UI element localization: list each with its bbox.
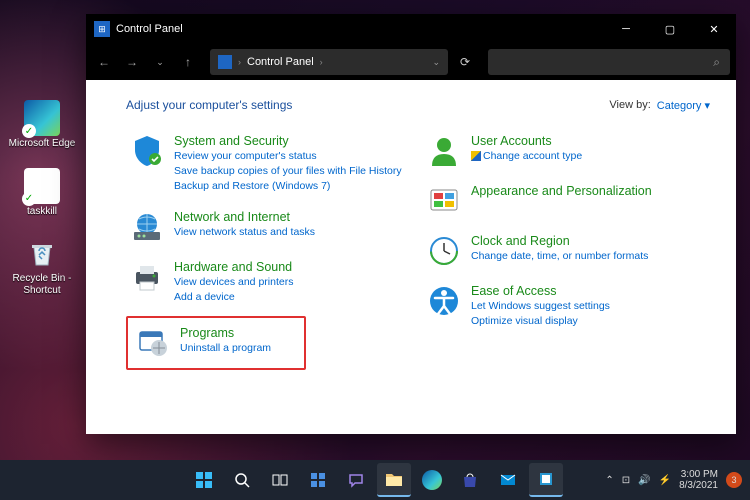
category-ease-of-access: Ease of Access Let Windows suggest setti…	[423, 280, 710, 332]
category-appearance: Appearance and Personalization	[423, 180, 710, 222]
desktop-icon-taskkill[interactable]: ✓ taskkill	[4, 168, 80, 218]
document-icon: ✓	[24, 168, 60, 204]
sub-link[interactable]: Uninstall a program	[180, 341, 271, 355]
edge-icon: ✓	[24, 100, 60, 136]
date: 8/3/2021	[679, 480, 718, 491]
category-user-accounts: User Accounts Change account type	[423, 130, 710, 172]
close-button[interactable]: ✕	[692, 14, 736, 44]
globe-icon	[130, 210, 164, 244]
search-input[interactable]: ⌕	[488, 49, 730, 75]
sub-link[interactable]: View devices and printers	[174, 275, 293, 289]
user-icon	[427, 134, 461, 168]
category-link[interactable]: Appearance and Personalization	[471, 184, 652, 198]
accessibility-icon	[427, 284, 461, 318]
page-heading: Adjust your computer's settings	[126, 98, 292, 112]
desktop-icon-label: Recycle Bin - Shortcut	[4, 273, 80, 296]
widgets-button[interactable]	[301, 463, 335, 497]
sub-link[interactable]: Backup and Restore (Windows 7)	[174, 179, 402, 193]
snipping-tool-button[interactable]	[529, 463, 563, 497]
chat-button[interactable]	[339, 463, 373, 497]
recent-locations-button[interactable]: ⌄	[148, 49, 172, 75]
window-title: Control Panel	[116, 23, 183, 35]
sub-link[interactable]: Optimize visual display	[471, 314, 610, 328]
network-icon[interactable]: ⊡	[622, 475, 630, 486]
titlebar[interactable]: ⊞ Control Panel ─ ▢ ✕	[86, 14, 736, 44]
clock[interactable]: 3:00 PM 8/3/2021	[679, 469, 718, 491]
notifications-badge[interactable]: 3	[726, 472, 742, 488]
shield-icon	[130, 134, 164, 168]
category-link[interactable]: Ease of Access	[471, 284, 610, 298]
refresh-button[interactable]: ⟳	[452, 49, 478, 75]
clock-icon	[427, 234, 461, 268]
sub-link[interactable]: Review your computer's status	[174, 149, 402, 163]
maximize-button[interactable]: ▢	[648, 14, 692, 44]
chevron-right-icon: ›	[238, 57, 241, 67]
file-explorer-button[interactable]	[377, 463, 411, 497]
breadcrumb-item[interactable]: Control Panel	[247, 56, 314, 68]
taskbar: ⌃ ⊡ 🔊 ⚡ 3:00 PM 8/3/2021 3	[0, 460, 750, 500]
desktop-icon-label: taskkill	[27, 206, 57, 218]
category-hardware: Hardware and Sound View devices and prin…	[126, 256, 413, 308]
content-area: Adjust your computer's settings View by:…	[86, 80, 736, 434]
control-panel-icon	[218, 55, 232, 69]
recycle-bin-icon	[24, 235, 60, 271]
up-button[interactable]: ↑	[176, 49, 200, 75]
category-programs-highlighted: Programs Uninstall a program	[126, 316, 306, 370]
back-button[interactable]: ←	[92, 49, 116, 75]
search-icon: ⌕	[713, 55, 720, 70]
control-panel-icon: ⊞	[94, 21, 110, 37]
sub-link[interactable]: Add a device	[174, 290, 293, 304]
search-button[interactable]	[225, 463, 259, 497]
view-by: View by: Category ▾	[609, 99, 710, 112]
forward-button[interactable]: →	[120, 49, 144, 75]
start-button[interactable]	[187, 463, 221, 497]
edge-taskbar-button[interactable]	[415, 463, 449, 497]
category-link[interactable]: User Accounts	[471, 134, 582, 148]
minimize-button[interactable]: ─	[604, 14, 648, 44]
task-view-button[interactable]	[263, 463, 297, 497]
desktop-icon-edge[interactable]: ✓ Microsoft Edge	[4, 100, 80, 150]
chevron-right-icon: ›	[320, 57, 323, 67]
system-tray: ⌃ ⊡ 🔊 ⚡ 3:00 PM 8/3/2021 3	[605, 469, 742, 491]
category-link[interactable]: Programs	[180, 326, 271, 340]
left-column: System and Security Review your computer…	[126, 130, 413, 370]
taskbar-center	[187, 463, 563, 497]
shortcut-badge-icon: ✓	[22, 124, 36, 138]
view-by-label: View by:	[609, 99, 650, 111]
time: 3:00 PM	[679, 469, 718, 480]
desktop-icon-label: Microsoft Edge	[9, 138, 76, 150]
category-network: Network and Internet View network status…	[126, 206, 413, 248]
control-panel-window: ⊞ Control Panel ─ ▢ ✕ ← → ⌄ ↑ › Control …	[86, 14, 736, 434]
category-link[interactable]: Clock and Region	[471, 234, 648, 248]
shortcut-badge-icon: ✓	[22, 192, 36, 206]
sub-link[interactable]: View network status and tasks	[174, 225, 315, 239]
address-bar[interactable]: › Control Panel › ⌄	[210, 49, 448, 75]
category-link[interactable]: Hardware and Sound	[174, 260, 293, 274]
sub-link[interactable]: Save backup copies of your files with Fi…	[174, 164, 402, 178]
category-clock-region: Clock and Region Change date, time, or n…	[423, 230, 710, 272]
mail-button[interactable]	[491, 463, 525, 497]
category-link[interactable]: Network and Internet	[174, 210, 315, 224]
category-system-security: System and Security Review your computer…	[126, 130, 413, 198]
sub-link[interactable]: Change account type	[471, 149, 582, 163]
volume-icon[interactable]: 🔊	[638, 475, 650, 486]
uac-shield-icon	[471, 151, 481, 161]
tray-chevron-icon[interactable]: ⌃	[605, 475, 613, 486]
desktop-icons: ✓ Microsoft Edge ✓ taskkill Recycle Bin …	[4, 100, 80, 296]
sub-link[interactable]: Let Windows suggest settings	[471, 299, 610, 313]
store-button[interactable]	[453, 463, 487, 497]
toolbar: ← → ⌄ ↑ › Control Panel › ⌄ ⟳ ⌕	[86, 44, 736, 80]
battery-icon[interactable]: ⚡	[659, 475, 671, 486]
chevron-down-icon[interactable]: ⌄	[432, 57, 440, 68]
programs-icon	[136, 326, 170, 360]
desktop-icon-recycle[interactable]: Recycle Bin - Shortcut	[4, 235, 80, 296]
category-link[interactable]: System and Security	[174, 134, 402, 148]
right-column: User Accounts Change account type Appear…	[423, 130, 710, 370]
view-by-dropdown[interactable]: Category ▾	[657, 99, 710, 112]
printer-icon	[130, 260, 164, 294]
sub-link[interactable]: Change date, time, or number formats	[471, 249, 648, 263]
appearance-icon	[427, 184, 461, 218]
